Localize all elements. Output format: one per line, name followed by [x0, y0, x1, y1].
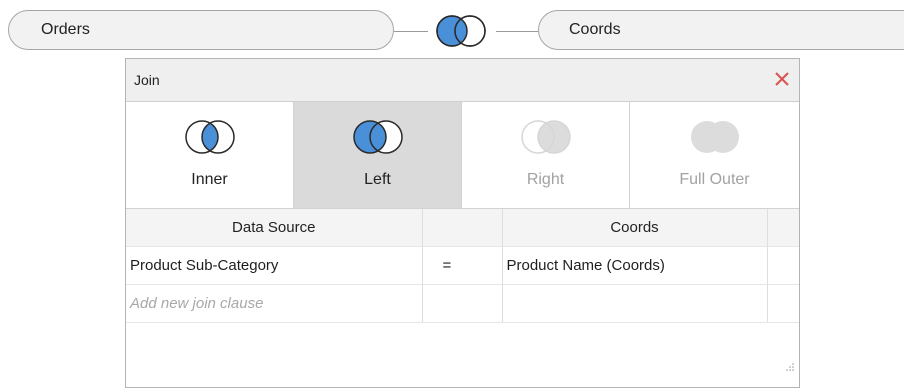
- inner-join-icon: [184, 120, 235, 154]
- clause-operator[interactable]: =: [422, 246, 503, 285]
- join-type-inner[interactable]: Inner: [126, 102, 294, 208]
- join-type-right-label: Right: [526, 171, 565, 188]
- add-clause-right-cell: [502, 284, 768, 323]
- join-type-full-outer[interactable]: Full Outer: [630, 102, 799, 208]
- clause-extra-cell: [767, 246, 799, 285]
- join-panel: Join Inner Left Right Full Outer Data So…: [125, 58, 800, 388]
- add-clause-operator-cell: [422, 284, 503, 323]
- left-join-icon[interactable]: [426, 11, 496, 51]
- clause-table-header: Data Source Coords: [126, 209, 799, 247]
- join-connector-right: [496, 31, 538, 32]
- add-clause-extra-cell: [767, 284, 799, 323]
- add-join-clause[interactable]: Add new join clause: [126, 284, 423, 323]
- column-header-coords[interactable]: Coords: [502, 209, 768, 247]
- table-row[interactable]: Product Sub-Category = Product Name (Coo…: [126, 246, 799, 285]
- right-join-icon: [520, 120, 571, 154]
- add-clause-row[interactable]: Add new join clause: [126, 284, 799, 323]
- join-type-inner-label: Inner: [191, 171, 228, 188]
- join-type-left-label: Left: [364, 171, 391, 188]
- left-table-pill[interactable]: Orders: [8, 10, 394, 50]
- join-type-right[interactable]: Right: [462, 102, 630, 208]
- resize-grip-icon[interactable]: [785, 359, 795, 371]
- left-table-name: Orders: [41, 21, 90, 38]
- clause-right-field[interactable]: Product Name (Coords): [502, 246, 768, 285]
- right-table-name: Coords: [569, 21, 621, 38]
- clause-left-field[interactable]: Product Sub-Category: [126, 246, 423, 285]
- left-join-icon: [352, 120, 403, 154]
- close-icon[interactable]: [771, 68, 793, 90]
- join-panel-header: Join: [126, 59, 799, 102]
- right-table-pill[interactable]: Coords: [538, 10, 904, 50]
- join-type-left[interactable]: Left: [294, 102, 462, 208]
- join-type-full-outer-label: Full Outer: [679, 171, 750, 188]
- join-panel-title: Join: [134, 72, 160, 88]
- column-header-data-source[interactable]: Data Source: [126, 209, 423, 247]
- join-connector-left: [394, 31, 428, 32]
- join-type-selector: Inner Left Right Full Outer: [126, 102, 799, 209]
- join-clause-table: Data Source Coords Product Sub-Category …: [126, 209, 799, 323]
- full-outer-join-icon: [690, 121, 739, 153]
- column-header-extra: [767, 209, 799, 247]
- column-header-operator: [422, 209, 503, 247]
